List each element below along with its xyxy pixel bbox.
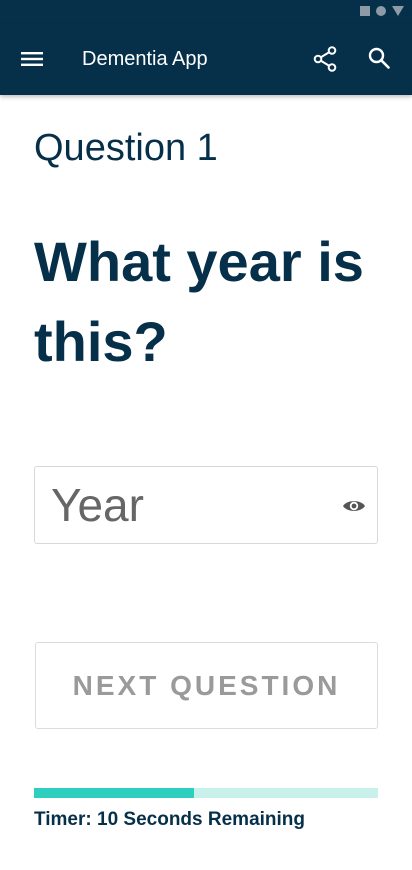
share-button[interactable] [306,40,344,78]
app-bar: Dementia App [0,24,412,95]
status-icons [360,6,404,16]
share-icon [313,46,337,72]
year-field [34,466,378,544]
square-icon [360,6,370,16]
menu-button[interactable] [12,41,52,77]
timer-label: Timer: 10 Seconds Remaining [34,809,306,830]
visibility-toggle-button[interactable] [341,493,367,519]
search-icon [368,47,390,69]
eye-icon [343,501,365,511]
next-question-button[interactable]: NEXT QUESTION [35,642,378,729]
menu-icon [21,52,43,66]
search-button[interactable] [360,39,398,77]
timer-progress-bar [34,788,378,798]
triangle-down-icon [392,6,404,16]
question-number: Question 1 [34,127,218,169]
question-text: What year is this? [34,230,364,373]
app-title: Dementia App [82,48,208,70]
year-input[interactable] [51,475,321,535]
timer-progress-fill [34,788,194,798]
status-bar [0,0,412,24]
circle-icon [376,6,386,16]
